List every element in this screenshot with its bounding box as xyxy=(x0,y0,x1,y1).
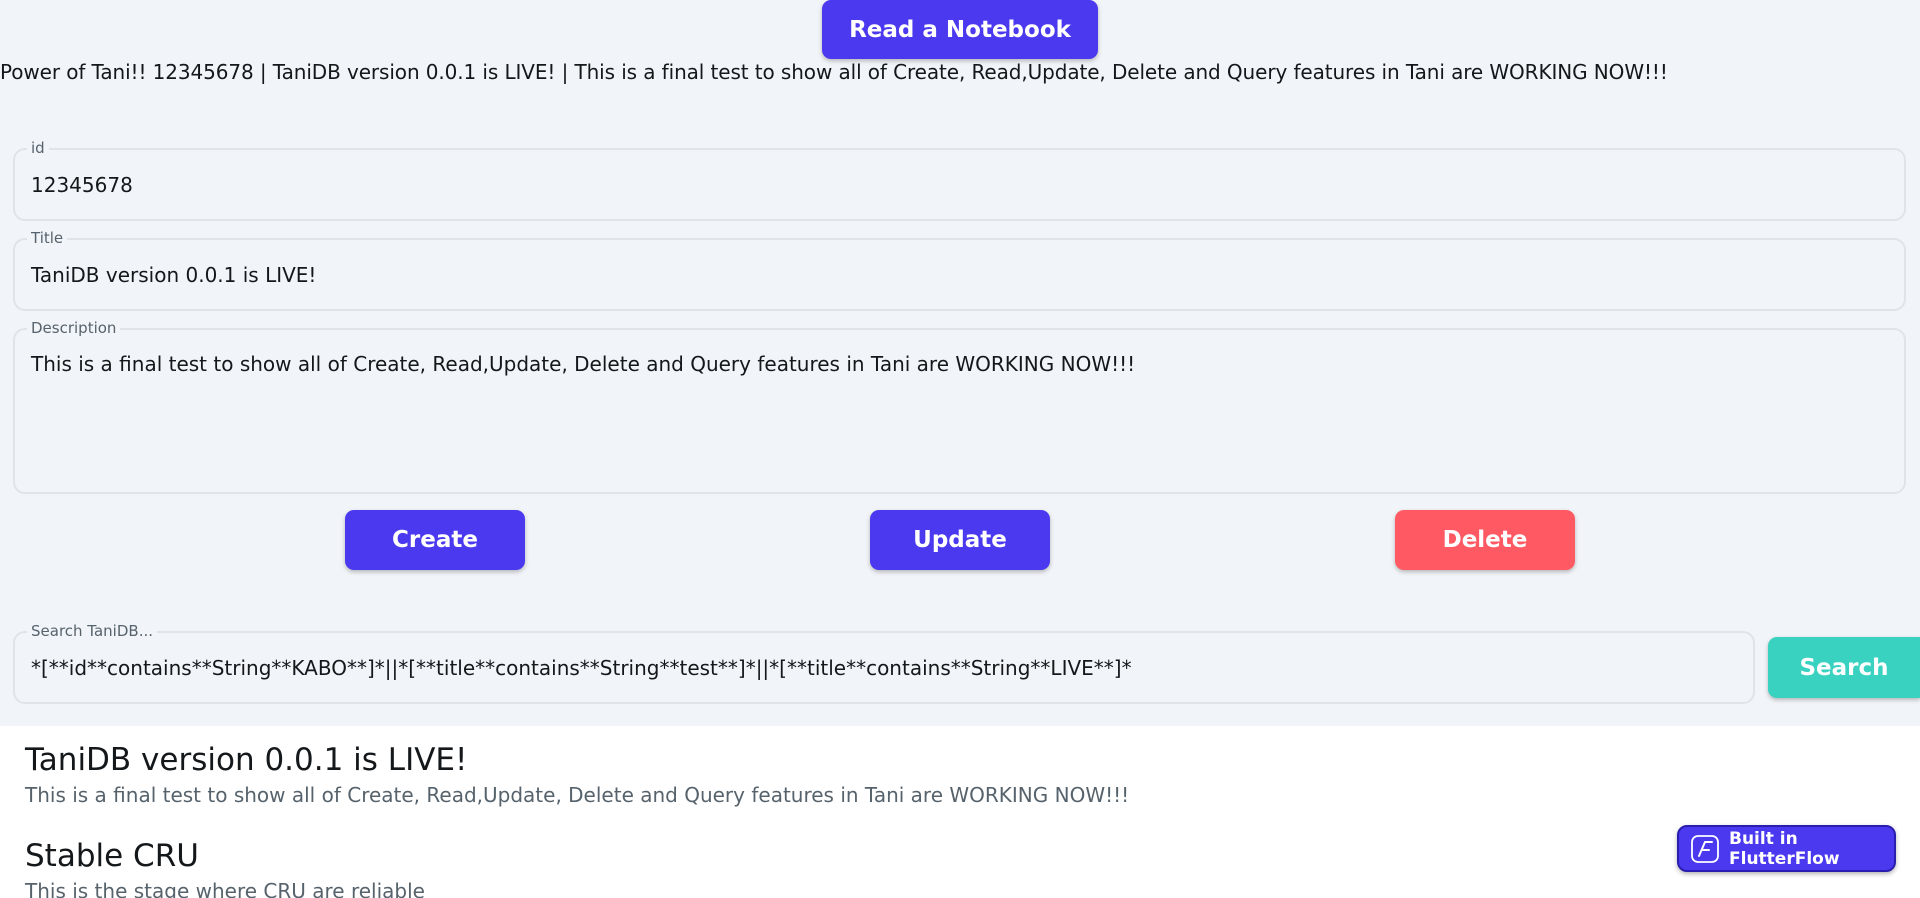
title-field-label: Title xyxy=(27,229,68,247)
id-field[interactable]: id 12345678 xyxy=(13,139,1906,221)
badge-label: Built in FlutterFlow xyxy=(1729,828,1840,869)
update-button[interactable]: Update xyxy=(870,510,1050,570)
result-item-description: This is the stage where CRU are reliable xyxy=(25,879,425,898)
result-item-description: This is a final test to show all of Crea… xyxy=(25,783,1130,807)
description-field[interactable]: Description This is a final test to show… xyxy=(13,319,1906,494)
id-field-label: id xyxy=(27,139,49,157)
description-field-label: Description xyxy=(27,319,121,337)
search-input-label: Search TaniDB... xyxy=(27,622,157,640)
notebook-summary-text: Power of Tani!! 12345678 | TaniDB versio… xyxy=(0,60,1668,84)
flutterflow-logo-icon xyxy=(1691,834,1719,863)
result-item-title[interactable]: TaniDB version 0.0.1 is LIVE! xyxy=(25,742,467,778)
title-field-value: TaniDB version 0.0.1 is LIVE! xyxy=(31,263,317,287)
search-input[interactable]: Search TaniDB... *[**id**contains**Strin… xyxy=(13,622,1755,704)
result-item-title[interactable]: Stable CRU xyxy=(25,838,199,874)
delete-button[interactable]: Delete xyxy=(1395,510,1575,570)
app-root: Read a Notebook Power of Tani!! 12345678… xyxy=(0,0,1920,898)
id-field-value: 12345678 xyxy=(31,173,133,197)
search-input-value: *[**id**contains**String**KABO**]*||*[**… xyxy=(31,656,1132,680)
built-in-flutterflow-badge[interactable]: Built in FlutterFlow xyxy=(1677,825,1896,872)
read-notebook-button[interactable]: Read a Notebook xyxy=(822,0,1098,59)
title-field[interactable]: Title TaniDB version 0.0.1 is LIVE! xyxy=(13,229,1906,311)
create-button[interactable]: Create xyxy=(345,510,525,570)
description-field-value: This is a final test to show all of Crea… xyxy=(31,352,1136,376)
results-list: TaniDB version 0.0.1 is LIVE! This is a … xyxy=(0,726,1920,898)
search-button[interactable]: Search xyxy=(1768,637,1920,698)
